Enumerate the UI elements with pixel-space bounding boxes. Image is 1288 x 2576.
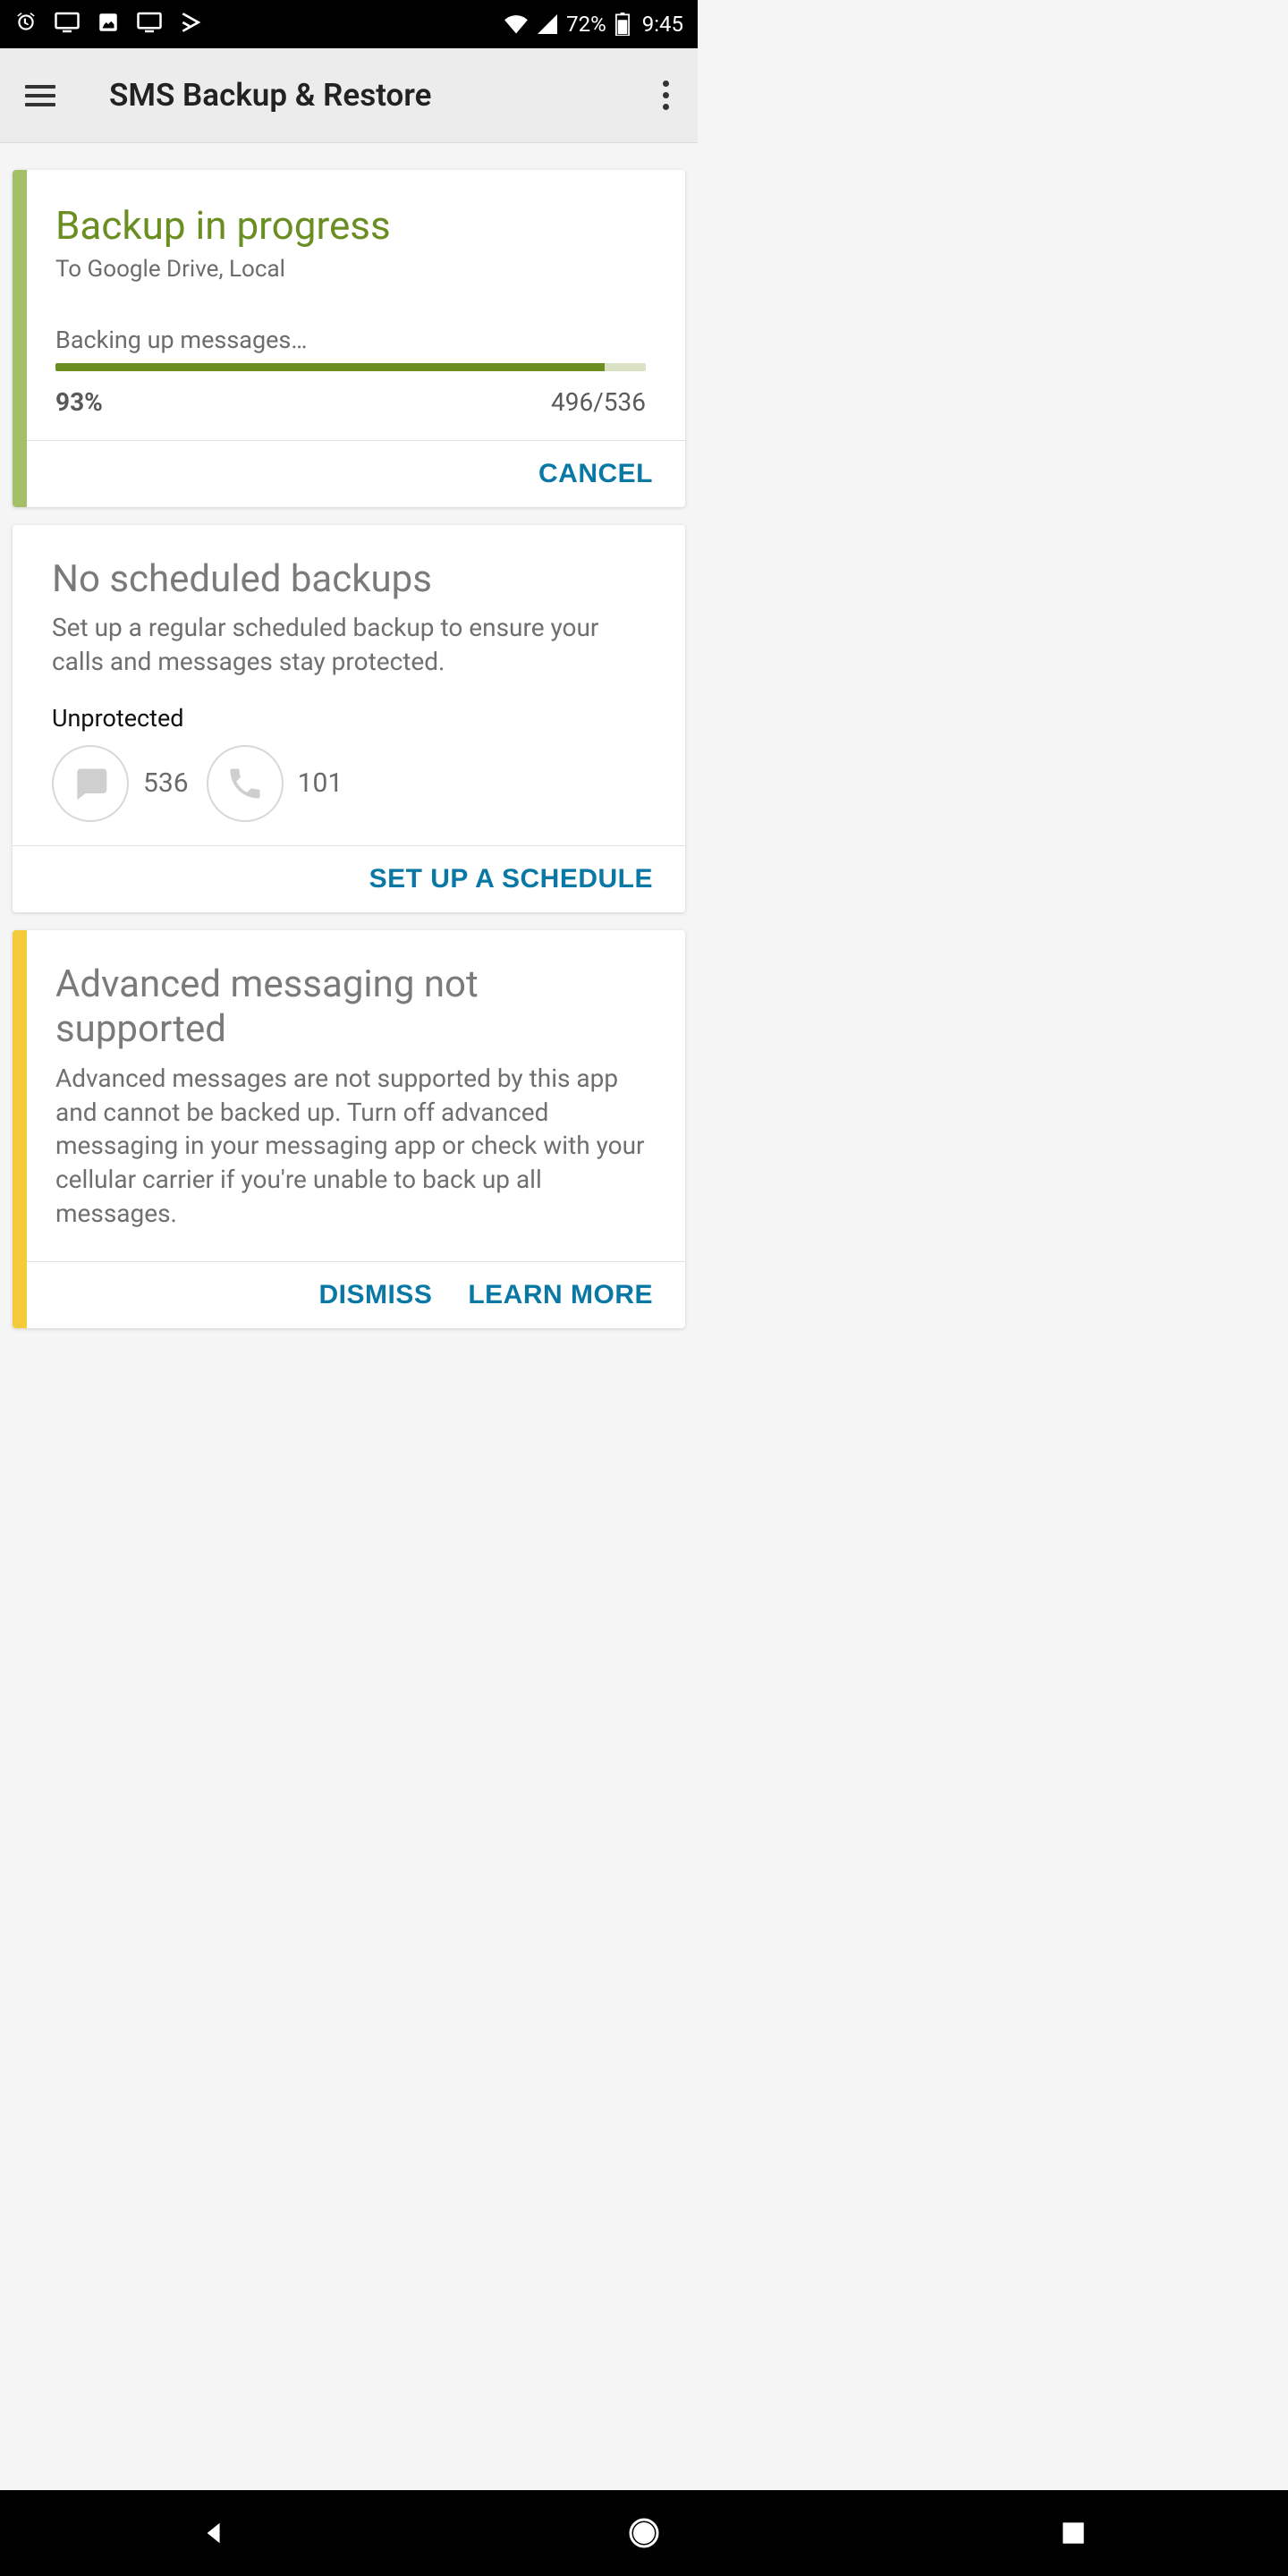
progress-bar (55, 363, 646, 371)
messages-count-item: 536 (52, 745, 189, 822)
back-button[interactable] (193, 2512, 236, 2555)
status-bar: 72% 9:45 (0, 0, 698, 48)
home-button[interactable] (623, 2512, 665, 2555)
progress-percent: 93% (55, 387, 103, 417)
cast-icon (136, 11, 163, 38)
dismiss-button[interactable]: DISMISS (318, 1280, 432, 1310)
app-title: SMS Backup & Restore (109, 77, 431, 114)
battery-icon (615, 13, 630, 36)
message-icon (52, 745, 129, 822)
advanced-description: Advanced messages are not supported by t… (55, 1062, 646, 1231)
learn-more-button[interactable]: LEARN MORE (468, 1280, 653, 1310)
backup-progress-card: Backup in progress To Google Drive, Loca… (13, 170, 685, 507)
calls-count: 101 (298, 767, 343, 799)
backup-title: Backup in progress (55, 202, 646, 249)
cancel-button[interactable]: CANCEL (538, 459, 653, 489)
phone-icon (207, 745, 284, 822)
schedule-description: Set up a regular scheduled backup to ens… (52, 611, 646, 679)
advanced-messaging-card: Advanced messaging not supported Advance… (13, 930, 685, 1328)
backup-status-text: Backing up messages… (55, 326, 646, 354)
backup-destination: To Google Drive, Local (55, 256, 646, 283)
recents-button[interactable] (1052, 2512, 1095, 2555)
navigation-bar (0, 2490, 1288, 2576)
schedule-title: No scheduled backups (52, 557, 646, 602)
calls-count-item: 101 (207, 745, 343, 822)
setup-schedule-button[interactable]: SET UP A SCHEDULE (369, 864, 653, 894)
advanced-title: Advanced messaging not supported (55, 962, 646, 1053)
menu-icon[interactable] (25, 85, 55, 106)
screen-icon (54, 11, 80, 38)
wifi-icon (504, 14, 529, 34)
app-bar: SMS Backup & Restore (0, 48, 698, 143)
clock-time: 9:45 (642, 12, 683, 37)
progress-fill (55, 363, 605, 371)
signal-icon (538, 14, 557, 34)
content-area: Backup in progress To Google Drive, Loca… (0, 143, 698, 1328)
progress-count: 496/536 (551, 387, 646, 417)
battery-pct: 72% (566, 12, 606, 37)
schedule-card: No scheduled backups Set up a regular sc… (13, 525, 685, 912)
play-icon (179, 11, 202, 38)
image-icon (97, 11, 120, 38)
alarm-icon (14, 11, 38, 38)
more-options-icon[interactable] (659, 73, 673, 117)
messages-count: 536 (143, 767, 189, 799)
unprotected-label: Unprotected (52, 704, 646, 733)
